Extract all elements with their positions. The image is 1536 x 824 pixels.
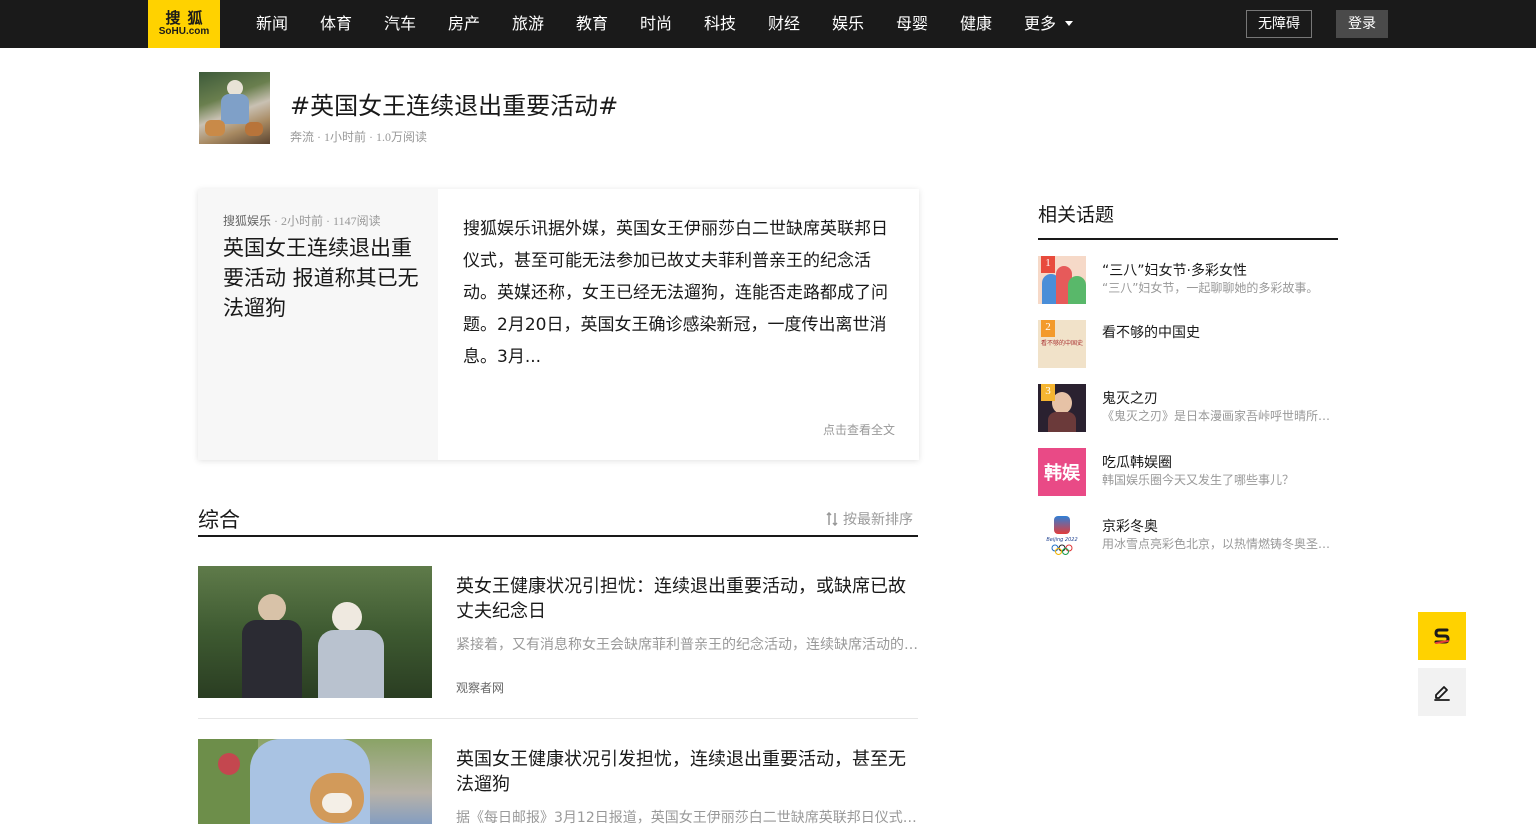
related-topic-thumbnail: 3: [1038, 384, 1086, 432]
related-topic-thumbnail: 1: [1038, 256, 1086, 304]
article-summary: 紧接着，又有消息称女王会缺席菲利普亲王的纪念活动，连续缺席活动的女王，健康状况引…: [456, 637, 918, 653]
nav-item-tech[interactable]: 科技: [704, 0, 736, 48]
rank-badge: 2: [1041, 320, 1055, 337]
nav-item-entertainment[interactable]: 娱乐: [832, 0, 864, 48]
thumbnail-caption: 看不够的中国史: [1040, 340, 1083, 347]
featured-article-stats: · 2小时前 · 1147阅读: [271, 214, 381, 228]
nav-item-auto[interactable]: 汽车: [384, 0, 416, 48]
article-thumbnail[interactable]: [198, 566, 432, 698]
article-title[interactable]: 英国女王健康状况引发担忧，连续退出重要活动，甚至无法遛狗: [456, 747, 918, 797]
related-topic-name: 看不够的中国史: [1102, 325, 1200, 341]
topic-cover-image: [199, 72, 270, 144]
rank-badge: 3: [1041, 384, 1055, 401]
sohu-s-icon: [1434, 628, 1450, 644]
article-divider: [198, 718, 918, 719]
login-button[interactable]: 登录: [1336, 10, 1388, 38]
nav-item-travel[interactable]: 旅游: [512, 0, 544, 48]
related-topic-item[interactable]: 看不够的中国史 2 看不够的中国史: [1038, 320, 1338, 368]
sohu-logo[interactable]: 搜狐 SoHU.com: [148, 0, 220, 48]
related-topics-divider: [1038, 238, 1338, 240]
logo-text-cn: 搜狐: [165, 9, 210, 27]
nav-item-baby[interactable]: 母婴: [896, 0, 928, 48]
write-post-button[interactable]: [1418, 668, 1466, 716]
nav-item-news[interactable]: 新闻: [256, 0, 288, 48]
related-topics-title: 相关话题: [1038, 204, 1115, 226]
featured-article-card[interactable]: 搜狐娱乐 · 2小时前 · 1147阅读 英国女王连续退出重要活动 报道称其已无…: [198, 189, 919, 460]
related-topic-item[interactable]: Beijing 2022 京彩冬奥 用冰雪点亮彩色北京，以热情燃铸冬奥圣火。: [1038, 512, 1338, 560]
top-navbar: 搜狐 SoHU.com 新闻 体育 汽车 房产 旅游 教育 时尚 科技 财经 娱…: [0, 0, 1536, 48]
related-topic-name: 吃瓜韩娱圈: [1102, 455, 1172, 471]
nav-item-sports[interactable]: 体育: [320, 0, 352, 48]
nav-item-finance[interactable]: 财经: [768, 0, 800, 48]
related-topic-name: “三八”妇女节·多彩女性: [1102, 263, 1247, 279]
featured-article-summary: 搜狐娱乐 · 2小时前 · 1147阅读 英国女王连续退出重要活动 报道称其已无…: [198, 189, 438, 460]
topic-meta: 奔流 · 1小时前 · 1.0万阅读: [290, 130, 427, 144]
related-topic-thumbnail: Beijing 2022: [1038, 512, 1086, 560]
related-topic-desc: “三八”妇女节，一起聊聊她的多彩故事。: [1102, 281, 1319, 295]
sort-icon: [826, 512, 838, 526]
accessibility-button[interactable]: 无障碍: [1246, 10, 1312, 38]
pencil-icon: [1434, 686, 1450, 701]
featured-article-meta: 搜狐娱乐 · 2小时前 · 1147阅读: [223, 212, 381, 229]
related-topic-desc: 《鬼灭之刃》是日本漫画家吾峠呼世晴所著的少年漫画。: [1102, 409, 1338, 423]
read-full-article-link[interactable]: 点击查看全文: [823, 421, 895, 438]
related-topic-item[interactable]: 3 鬼灭之刃 《鬼灭之刃》是日本漫画家吾峠呼世晴所著的少年漫画。: [1038, 384, 1338, 432]
section-divider: [198, 535, 918, 537]
thumbnail-caption: Beijing 2022: [1046, 537, 1078, 543]
section-title: 综合: [198, 508, 240, 532]
nav-item-health[interactable]: 健康: [960, 0, 992, 48]
related-topic-name: 鬼灭之刃: [1102, 391, 1158, 407]
related-topic-desc: 韩国娱乐圈今天又发生了哪些事儿？: [1102, 473, 1295, 487]
nav-item-house[interactable]: 房产: [448, 0, 480, 48]
olympic-rings-icon: [1051, 544, 1073, 555]
topic-title: #英国女王连续退出重要活动#: [290, 92, 619, 120]
rank-badge: 1: [1041, 256, 1055, 273]
related-topic-name: 京彩冬奥: [1102, 519, 1158, 535]
article-summary: 据《每日邮报》3月12日报道，英国女王伊丽莎白二世缺席英联邦日仪式，甚至可能无法…: [456, 810, 918, 824]
related-topic-item[interactable]: 1 “三八”妇女节·多彩女性 “三八”妇女节，一起聊聊她的多彩故事。: [1038, 256, 1338, 304]
sohu-app-button[interactable]: [1418, 612, 1466, 660]
nav-more-label: 更多: [1024, 14, 1057, 33]
article-title[interactable]: 英女王健康状况引担忧：连续退出重要活动，或缺席已故丈夫纪念日: [456, 574, 918, 624]
related-topic-item[interactable]: 韩娱 吃瓜韩娱圈 韩国娱乐圈今天又发生了哪些事儿？: [1038, 448, 1338, 496]
featured-article-title[interactable]: 英国女王连续退出重要活动 报道称其已无法遛狗: [223, 233, 423, 323]
caret-down-icon: [1065, 21, 1074, 26]
featured-article-source[interactable]: 搜狐娱乐: [223, 214, 271, 228]
featured-article-excerpt: 搜狐娱乐讯据外媒，英国女王伊丽莎白二世缺席英联邦日仪式，甚至可能无法参加已故丈夫…: [463, 219, 888, 367]
article-thumbnail[interactable]: [198, 739, 432, 824]
related-topic-thumbnail: 韩娱: [1038, 448, 1086, 496]
nav-item-more[interactable]: 更多: [1024, 0, 1074, 48]
nav-item-education[interactable]: 教育: [576, 0, 608, 48]
nav-item-fashion[interactable]: 时尚: [640, 0, 672, 48]
article-source[interactable]: 观察者网: [456, 679, 504, 696]
sort-label: 按最新排序: [843, 512, 913, 528]
logo-text-en: SoHU.com: [158, 26, 210, 37]
sort-by-latest-button[interactable]: 按最新排序: [826, 509, 913, 529]
thumbnail-caption: 韩娱: [1044, 463, 1080, 484]
related-topic-thumbnail: 看不够的中国史 2: [1038, 320, 1086, 368]
related-topic-desc: 用冰雪点亮彩色北京，以热情燃铸冬奥圣火。: [1102, 537, 1338, 551]
